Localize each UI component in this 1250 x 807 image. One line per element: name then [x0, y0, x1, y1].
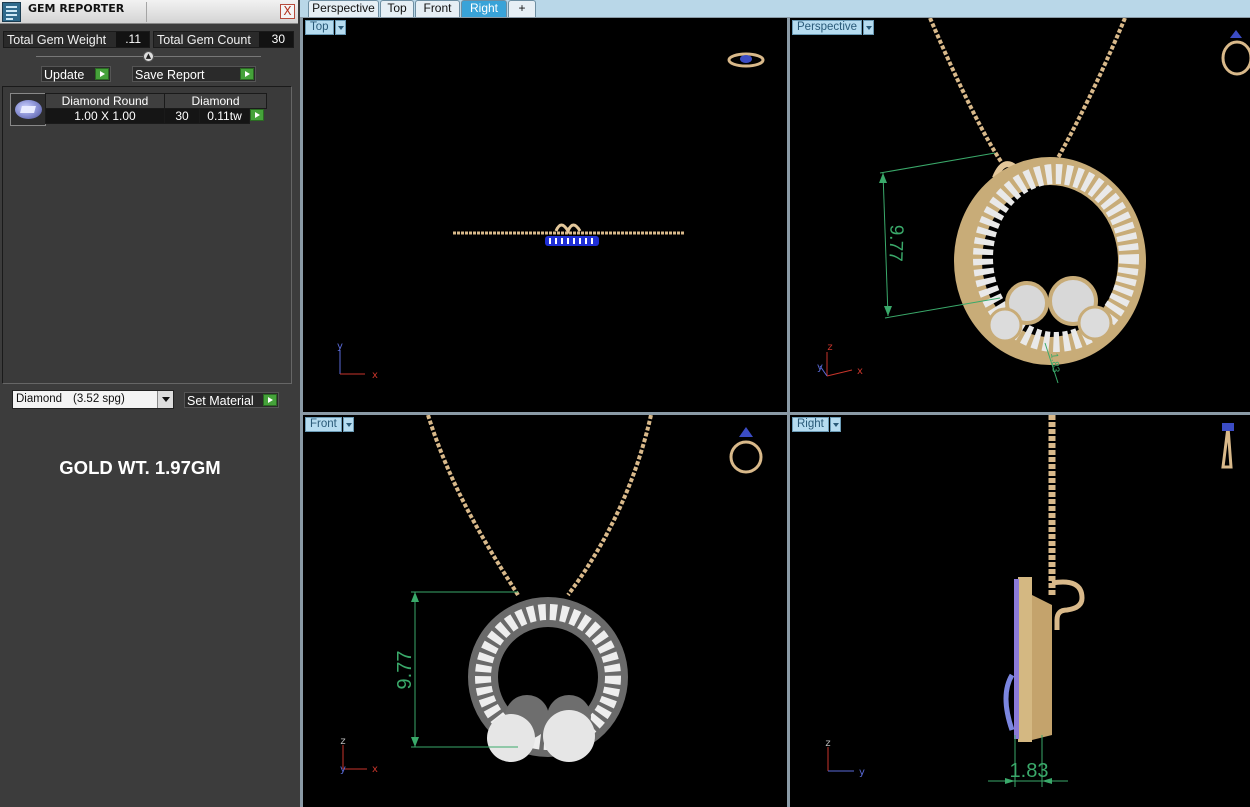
- total-gem-count-value: 30: [259, 32, 293, 47]
- tab-top[interactable]: Top: [380, 0, 414, 17]
- axis-x-label: x: [857, 366, 863, 377]
- update-button-label: Update: [44, 68, 85, 82]
- gem-material-cell: Diamond: [164, 93, 267, 109]
- right-view-model: 1.83 z y: [825, 415, 1234, 787]
- axis-y-label: y: [817, 362, 823, 373]
- dimension-label-small: 1.83: [1048, 353, 1061, 374]
- view-cube-ring-icon: [1221, 423, 1234, 469]
- axis-z-label: z: [340, 736, 345, 747]
- total-gem-count-label: Total Gem Count: [157, 33, 251, 47]
- close-button[interactable]: X: [280, 4, 295, 19]
- axis-x-label: x: [372, 764, 378, 775]
- tab-front[interactable]: Front: [415, 0, 460, 17]
- axis-triad: [339, 350, 365, 375]
- axis-z-label: z: [827, 342, 832, 353]
- collapse-icon[interactable]: ▲: [143, 51, 154, 62]
- axis-y-label: y: [340, 764, 346, 775]
- viewport-perspective[interactable]: Perspective 9.77 1.83 z y x: [790, 18, 1250, 412]
- axis-y-label: y: [859, 767, 865, 778]
- axis-z-label: z: [825, 738, 830, 749]
- set-material-button[interactable]: Set Material: [184, 392, 279, 408]
- tab-perspective[interactable]: Perspective: [308, 0, 379, 17]
- material-select-name: Diamond: [16, 393, 63, 405]
- viewport-tabstrip: Perspective Top Front Right +: [300, 0, 1250, 17]
- title-separator: [146, 2, 147, 22]
- axis-triad: [819, 352, 853, 377]
- viewport-front[interactable]: Front 9.77 z y x: [303, 415, 787, 807]
- gem-size-cell: 1.00 X 1.00: [45, 108, 165, 124]
- play-arrow-icon: [263, 394, 277, 406]
- save-report-button-label: Save Report: [135, 68, 205, 82]
- gem-list: Diamond Round Diamond 1.00 X 1.00 30 0.1…: [2, 86, 292, 384]
- viewport-top[interactable]: Top y x: [303, 18, 787, 412]
- axis-triad: [342, 745, 367, 770]
- front-view-model: 9.77 z y x: [340, 415, 763, 775]
- viewport-right[interactable]: Right 1.83 z y: [790, 415, 1250, 807]
- gem-reporter-icon: [2, 2, 21, 22]
- tab-right[interactable]: Right: [461, 0, 507, 17]
- gem-row-arrow-icon[interactable]: [250, 109, 264, 121]
- gem-reporter-panel: GEM REPORTER X Total Gem Weight .11 Tota…: [0, 0, 300, 807]
- total-gem-count-field: Total Gem Count 30: [153, 31, 294, 48]
- dimension-label: 9.77: [394, 651, 416, 690]
- dimension-label: 1.83: [1010, 760, 1049, 782]
- axis-y-label: y: [337, 341, 343, 352]
- total-gem-weight-field: Total Gem Weight .11: [3, 31, 150, 48]
- panel-title: GEM REPORTER: [28, 2, 125, 15]
- set-material-button-label: Set Material: [187, 394, 254, 408]
- round-diamond-icon[interactable]: [10, 93, 46, 126]
- gem-shape-cell: Diamond Round: [45, 93, 165, 109]
- add-tab-icon[interactable]: +: [508, 0, 536, 17]
- gold-weight-note: GOLD WT. 1.97GM: [59, 457, 221, 478]
- gem-weight-cell: 0.11tw: [199, 108, 250, 124]
- play-arrow-icon: [95, 68, 109, 80]
- total-gem-weight-value: .11: [116, 32, 149, 47]
- save-report-button[interactable]: Save Report: [132, 66, 256, 82]
- axis-triad: [827, 747, 854, 772]
- gem-count-cell: 30: [164, 108, 200, 124]
- view-cube-ring-icon: [727, 52, 765, 68]
- top-view-model: y x: [337, 52, 765, 381]
- chevron-down-icon[interactable]: [157, 391, 173, 408]
- view-cube-ring-icon: [729, 427, 763, 474]
- panel-titlebar: GEM REPORTER X: [0, 0, 298, 24]
- total-gem-weight-label: Total Gem Weight: [7, 33, 107, 47]
- viewport-area: Top y x Perspective 9.77 1.83 z y x Fron…: [300, 17, 1250, 807]
- dimension-label: 9.77: [884, 224, 906, 262]
- material-select-sg: (3.52 spg): [73, 393, 125, 405]
- axis-x-label: x: [372, 370, 378, 381]
- play-arrow-icon: [240, 68, 254, 80]
- view-cube-ring-icon: [1221, 30, 1250, 76]
- material-select[interactable]: Diamond (3.52 spg): [12, 390, 174, 409]
- update-button[interactable]: Update: [41, 66, 111, 82]
- perspective-view-model: 9.77 1.83 z y x: [817, 18, 1250, 384]
